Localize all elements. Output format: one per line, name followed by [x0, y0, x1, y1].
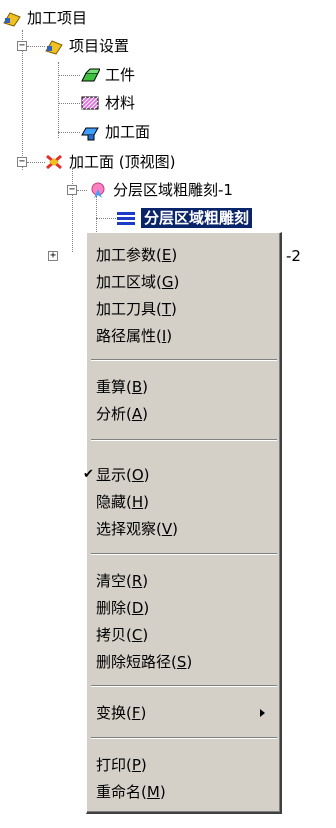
- tree-label: -2: [286, 247, 301, 265]
- tree-node-workpiece[interactable]: 工件: [80, 63, 135, 87]
- tree-connector: [58, 103, 80, 104]
- tree-connector: [27, 46, 45, 47]
- tree-label: 材料: [105, 94, 136, 112]
- tree-node-project-settings[interactable]: 项目设置: [44, 34, 129, 58]
- submenu-arrow-icon: [260, 709, 265, 717]
- menu-separator: [91, 737, 277, 739]
- context-menu: 加工参数(E) 加工区域(G) 加工刀具(T) 路径属性(I) 重算(B) 分析…: [83, 232, 282, 814]
- menu-item-delete[interactable]: 删除(D): [87, 596, 277, 620]
- tree-node-path-2[interactable]: -2: [286, 244, 301, 268]
- collapse-toggle[interactable]: −: [67, 185, 77, 195]
- tree-label-selected: 分层区域粗雕刻: [141, 208, 253, 228]
- menu-item-print[interactable]: 打印(P): [87, 753, 277, 777]
- collapse-toggle[interactable]: −: [17, 41, 27, 51]
- material-icon: [80, 94, 100, 112]
- tree-connector: [96, 218, 116, 219]
- tree-label: 加工面: [105, 123, 151, 141]
- tree-label: 加工面 (顶视图): [69, 153, 176, 171]
- tree-connector: [22, 30, 23, 170]
- machining-view-icon: [44, 153, 64, 171]
- menu-item-show[interactable]: ✔ 显示(O): [83, 463, 277, 487]
- project-settings-icon: [44, 37, 64, 55]
- menu-item-hide[interactable]: 隐藏(H): [87, 490, 277, 514]
- tree-label: 分层区域粗雕刻-1: [113, 181, 233, 199]
- menu-item-region[interactable]: 加工区域(G): [87, 270, 277, 294]
- menu-item-params[interactable]: 加工参数(E): [87, 243, 277, 267]
- machining-surface-icon: [80, 123, 100, 141]
- menu-separator: [91, 685, 277, 687]
- menu-item-delete-short-path[interactable]: 删除短路径(S): [87, 650, 277, 674]
- menu-item-transform[interactable]: 变换(F): [87, 701, 277, 725]
- tree-connector: [72, 168, 73, 252]
- menu-item-analyze[interactable]: 分析(A): [87, 402, 277, 426]
- tree-connector: [77, 190, 87, 191]
- menu-separator: [91, 439, 277, 441]
- roughing-icon: [88, 181, 108, 199]
- tree-node-machining-view[interactable]: 加工面 (顶视图): [44, 150, 175, 174]
- tree-node-roughing[interactable]: 分层区域粗雕刻-1: [88, 178, 233, 202]
- menu-item-recalculate[interactable]: 重算(B): [87, 375, 277, 399]
- tree-node-root[interactable]: 加工项目: [2, 6, 87, 30]
- menu-item-clear[interactable]: 清空(R): [87, 569, 277, 593]
- tree-connector: [58, 62, 59, 138]
- menu-separator: [91, 553, 277, 555]
- tree-connector: [58, 132, 80, 133]
- tree-connector: [58, 75, 80, 76]
- workpiece-icon: [80, 66, 101, 84]
- project-icon: [2, 9, 22, 27]
- tree-label: 项目设置: [69, 37, 130, 55]
- tree-label: 加工项目: [27, 9, 88, 27]
- menu-item-path-properties[interactable]: 路径属性(I): [87, 324, 277, 348]
- tree-connector: [27, 162, 45, 163]
- collapse-toggle[interactable]: −: [17, 157, 27, 167]
- tree-node-material[interactable]: 材料: [80, 91, 135, 115]
- menu-item-copy[interactable]: 拷贝(C): [87, 623, 277, 647]
- path-list-icon: [116, 209, 136, 227]
- tree-node-path-selected[interactable]: 分层区域粗雕刻: [116, 206, 253, 230]
- menu-item-rename[interactable]: 重命名(M): [87, 780, 277, 804]
- menu-item-select-view[interactable]: 选择观察(V): [87, 517, 277, 541]
- tree-node-machining-surface[interactable]: 加工面: [80, 120, 150, 144]
- menu-item-tool[interactable]: 加工刀具(T): [87, 297, 277, 321]
- menu-separator: [91, 359, 277, 361]
- tree-label: 工件: [105, 66, 136, 84]
- checkmark-icon: ✔: [83, 467, 94, 482]
- expand-toggle[interactable]: +: [48, 251, 58, 261]
